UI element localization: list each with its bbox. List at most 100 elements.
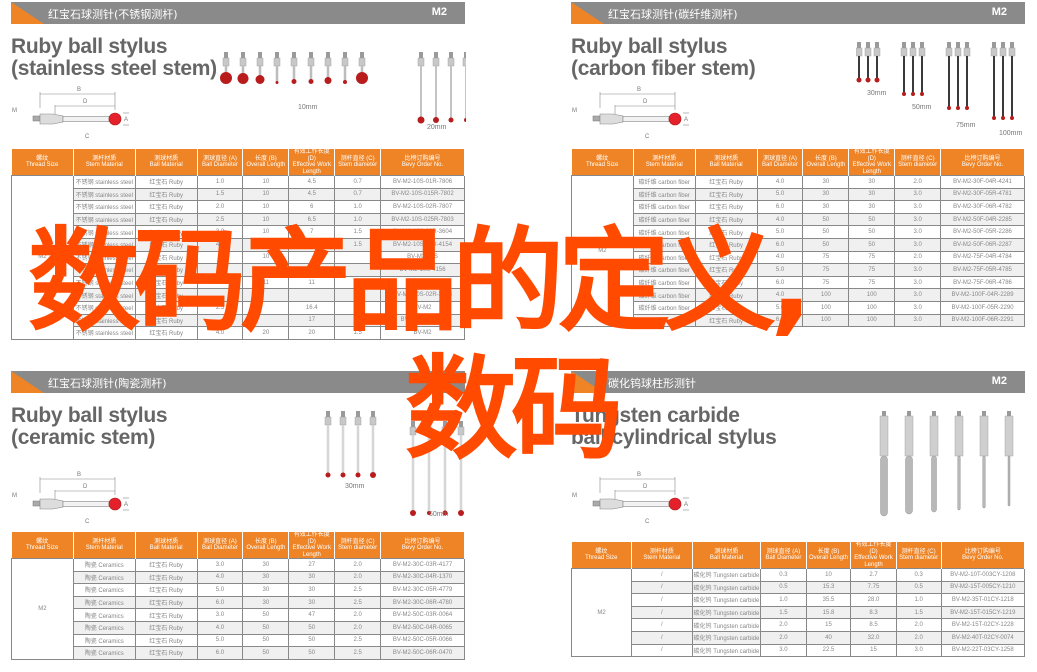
table-cell: BV-M2-10S-02R-7807 [380,200,465,214]
table-cell: 6.0 [196,595,244,610]
ruby-ball [956,106,960,110]
table-cell: 1.0 [334,200,382,214]
table-cell: 5.0 [196,583,244,597]
heading-line-2: (ceramic stem) [11,426,156,449]
table-row: 陶瓷 Ceramics 红宝石 Ruby 5.0 30 30 2.5 BV-M2-30C-0… [12,583,465,597]
table-cell: 3.0 [895,643,942,658]
table-cell: BV-M2-30C-06R-4780 [380,595,465,610]
column-header: 螺纹 Thread Size [571,149,634,176]
ruby-ball [343,80,347,84]
banner-thread-code: M2 [991,6,1007,18]
table-cell: 50 [848,212,896,227]
ruby-ball [355,472,361,478]
table-cell: 红宝石 Ruby [134,225,198,239]
table-cell: BV-M2-20S-02R-3603 [380,288,465,302]
table-cell: 3.0 [894,187,942,202]
column-header: 测球直径 (A) Ball Diameter [197,532,244,559]
table-cell: 1.5 [760,605,807,620]
table-cell: 碳纤维 carbon fiber [632,187,696,202]
table-cell: 不锈钢 stainless steel [72,326,136,340]
table-row: 陶瓷 Ceramics 红宝石 Ruby 5.0 50 50 2.5 BV-M2-50C-0… [12,633,465,648]
table-row: 碳纤维 carbon fiber 红宝石 Ruby 5.0 100 100 3.0 BV-M… [572,300,1025,315]
table-cell: 2.0 [334,620,382,635]
stylus-photo [417,52,425,124]
table-cell: BV-M2-11S [380,275,465,290]
ruby-ball [291,79,297,84]
table-row: 不锈钢 stainless steel 红宝石 Ruby 6 10 BV-M2-10S-… [12,263,465,277]
table-cell: 1.5 [334,237,382,252]
column-header: 有效工作长度 (D) Effective Work Length [848,149,896,176]
table-cell: 6 [196,263,244,277]
table-cell: 100 [802,300,850,315]
table-cell: 碳化钨 Tungsten carbide [691,580,762,595]
table-cell: 4.0 [756,250,804,265]
table-row: 碳纤维 carbon fiber 红宝石 Ruby 6.0 50 50 3.0 BV-M2-… [572,237,1025,252]
table-cell: 2.0 [334,570,382,585]
table-cell: 22.5 [805,643,852,658]
stylus-photo [290,52,298,84]
table-cell: 1.4 [334,300,382,315]
column-header-en: Thread Size [585,162,619,168]
table-row: 不锈钢 stainless steel 红宝石 Ruby 3.0 10 7 1.5 BV-M… [12,225,465,239]
stylus-photo [354,411,362,478]
table-cell: 4.0 [756,212,804,227]
table-cell: 50 [802,225,850,239]
table-cell: 35.5 [805,593,852,607]
panel-stainless-steel: 红宝石球测针(不锈钢测杆) M2 Ruby ball stylus (stain… [11,2,470,340]
column-header: 螺纹 Thread Size [571,542,633,569]
panel-tungsten-carbide: 碳化钨球柱形测针 M2 Tungsten carbide ball cylind… [570,371,1026,658]
table-cell: 28.0 [850,593,897,607]
dimension-label-b: B [77,87,81,93]
table-cell: BV-M2 [380,300,465,315]
stylus-photo [909,42,917,96]
table-row: 不锈钢 stainless steel 红宝石 Ruby 2.5 10 6.5 1.0 BV… [12,212,465,227]
dimension-label-m: M [12,493,17,499]
column-header: 有效工作长度 (D) Effective Work Length [288,149,336,176]
table-cell: 红宝石 Ruby [694,313,758,328]
product-heading: Tungsten carbide ball cylindrical stylus [571,405,777,449]
table-cell: 15 [850,643,897,658]
table-cell: 陶瓷 Ceramics [72,570,136,585]
table-cell: 碳化钨 Tungsten carbide [691,618,762,632]
table-cell: 红宝石 Ruby [134,558,198,572]
product-photos: 30mm 50mm 75mm 100mm [855,42,1026,147]
photo-label-50mm: 50mm [912,104,932,111]
table-cell: 红宝石 Ruby [134,300,198,315]
ruby-ball [220,72,232,84]
column-header-en: Ball Material [709,555,743,561]
table-cell: BV-M2-50C-05R-0066 [380,633,465,648]
table-cell: 4.0 [196,620,244,635]
ruby-ball [911,92,915,96]
table-cell: 5.0 [756,300,804,315]
table-row: 不锈钢 stainless steel 红宝石 Ruby 2.5 16.4 1.4 BV-… [12,300,465,315]
table-cell: 30 [242,570,290,585]
table-cell: 1.0 [760,593,807,607]
table-row: / 碳化钨 Tungsten carbide 1.5 15.8 8.3 1.5 BV-M2-… [572,605,1026,620]
section-banner: 碳化钨球柱形测针 M2 [571,371,1025,393]
dimension-label-m: M [572,108,577,114]
table-cell: 不锈钢 stainless steel [72,300,136,315]
table-row: / 碳化钨 Tungsten carbide 0.5 15.3 7.75 0.5 BV-M2… [572,580,1026,595]
column-header: 测杆直径 (C) Stem diameter [894,149,942,176]
table-cell: 红宝石 Ruby [134,595,198,610]
section-banner: 红宝石球测针(陶瓷测杆) M2 [11,371,465,393]
table-cell: BV-M2-75F-04R-4784 [940,250,1025,265]
column-header-en: Stem Material [643,555,681,561]
table-cell: BV-M2-50C-04R-0065 [380,620,465,635]
dimension-label-m: M [12,108,17,114]
table-cell: 碳纤维 carbon fiber [632,200,696,214]
table-cell: 17 [288,313,336,328]
product-heading: Ruby ball stylus (stainless steel stem) [11,36,217,80]
table-row: / 碳化钨 Tungsten carbide 2.0 40 32.0 2.0 BV-M2-4… [572,630,1026,645]
column-header: 测球材质 Ball Material [135,149,198,176]
table-cell: / [631,630,693,645]
table-cell: 1.5 [196,187,244,202]
table-cell: 红宝石 Ruby [694,275,758,290]
table-row: 不锈钢 stainless steel 红宝石 Ruby BV-M2-20S-02R… [12,288,465,302]
table-cell: 2.0 [760,630,807,645]
photo-label-30mm: 30mm [867,90,887,97]
dimension-label-a: A [124,117,128,123]
table-cell: 10 [288,237,336,252]
product-photos: 30mm 50mm [321,411,466,531]
table-cell: BV-M2-15T-02CY-1228 [940,618,1026,632]
